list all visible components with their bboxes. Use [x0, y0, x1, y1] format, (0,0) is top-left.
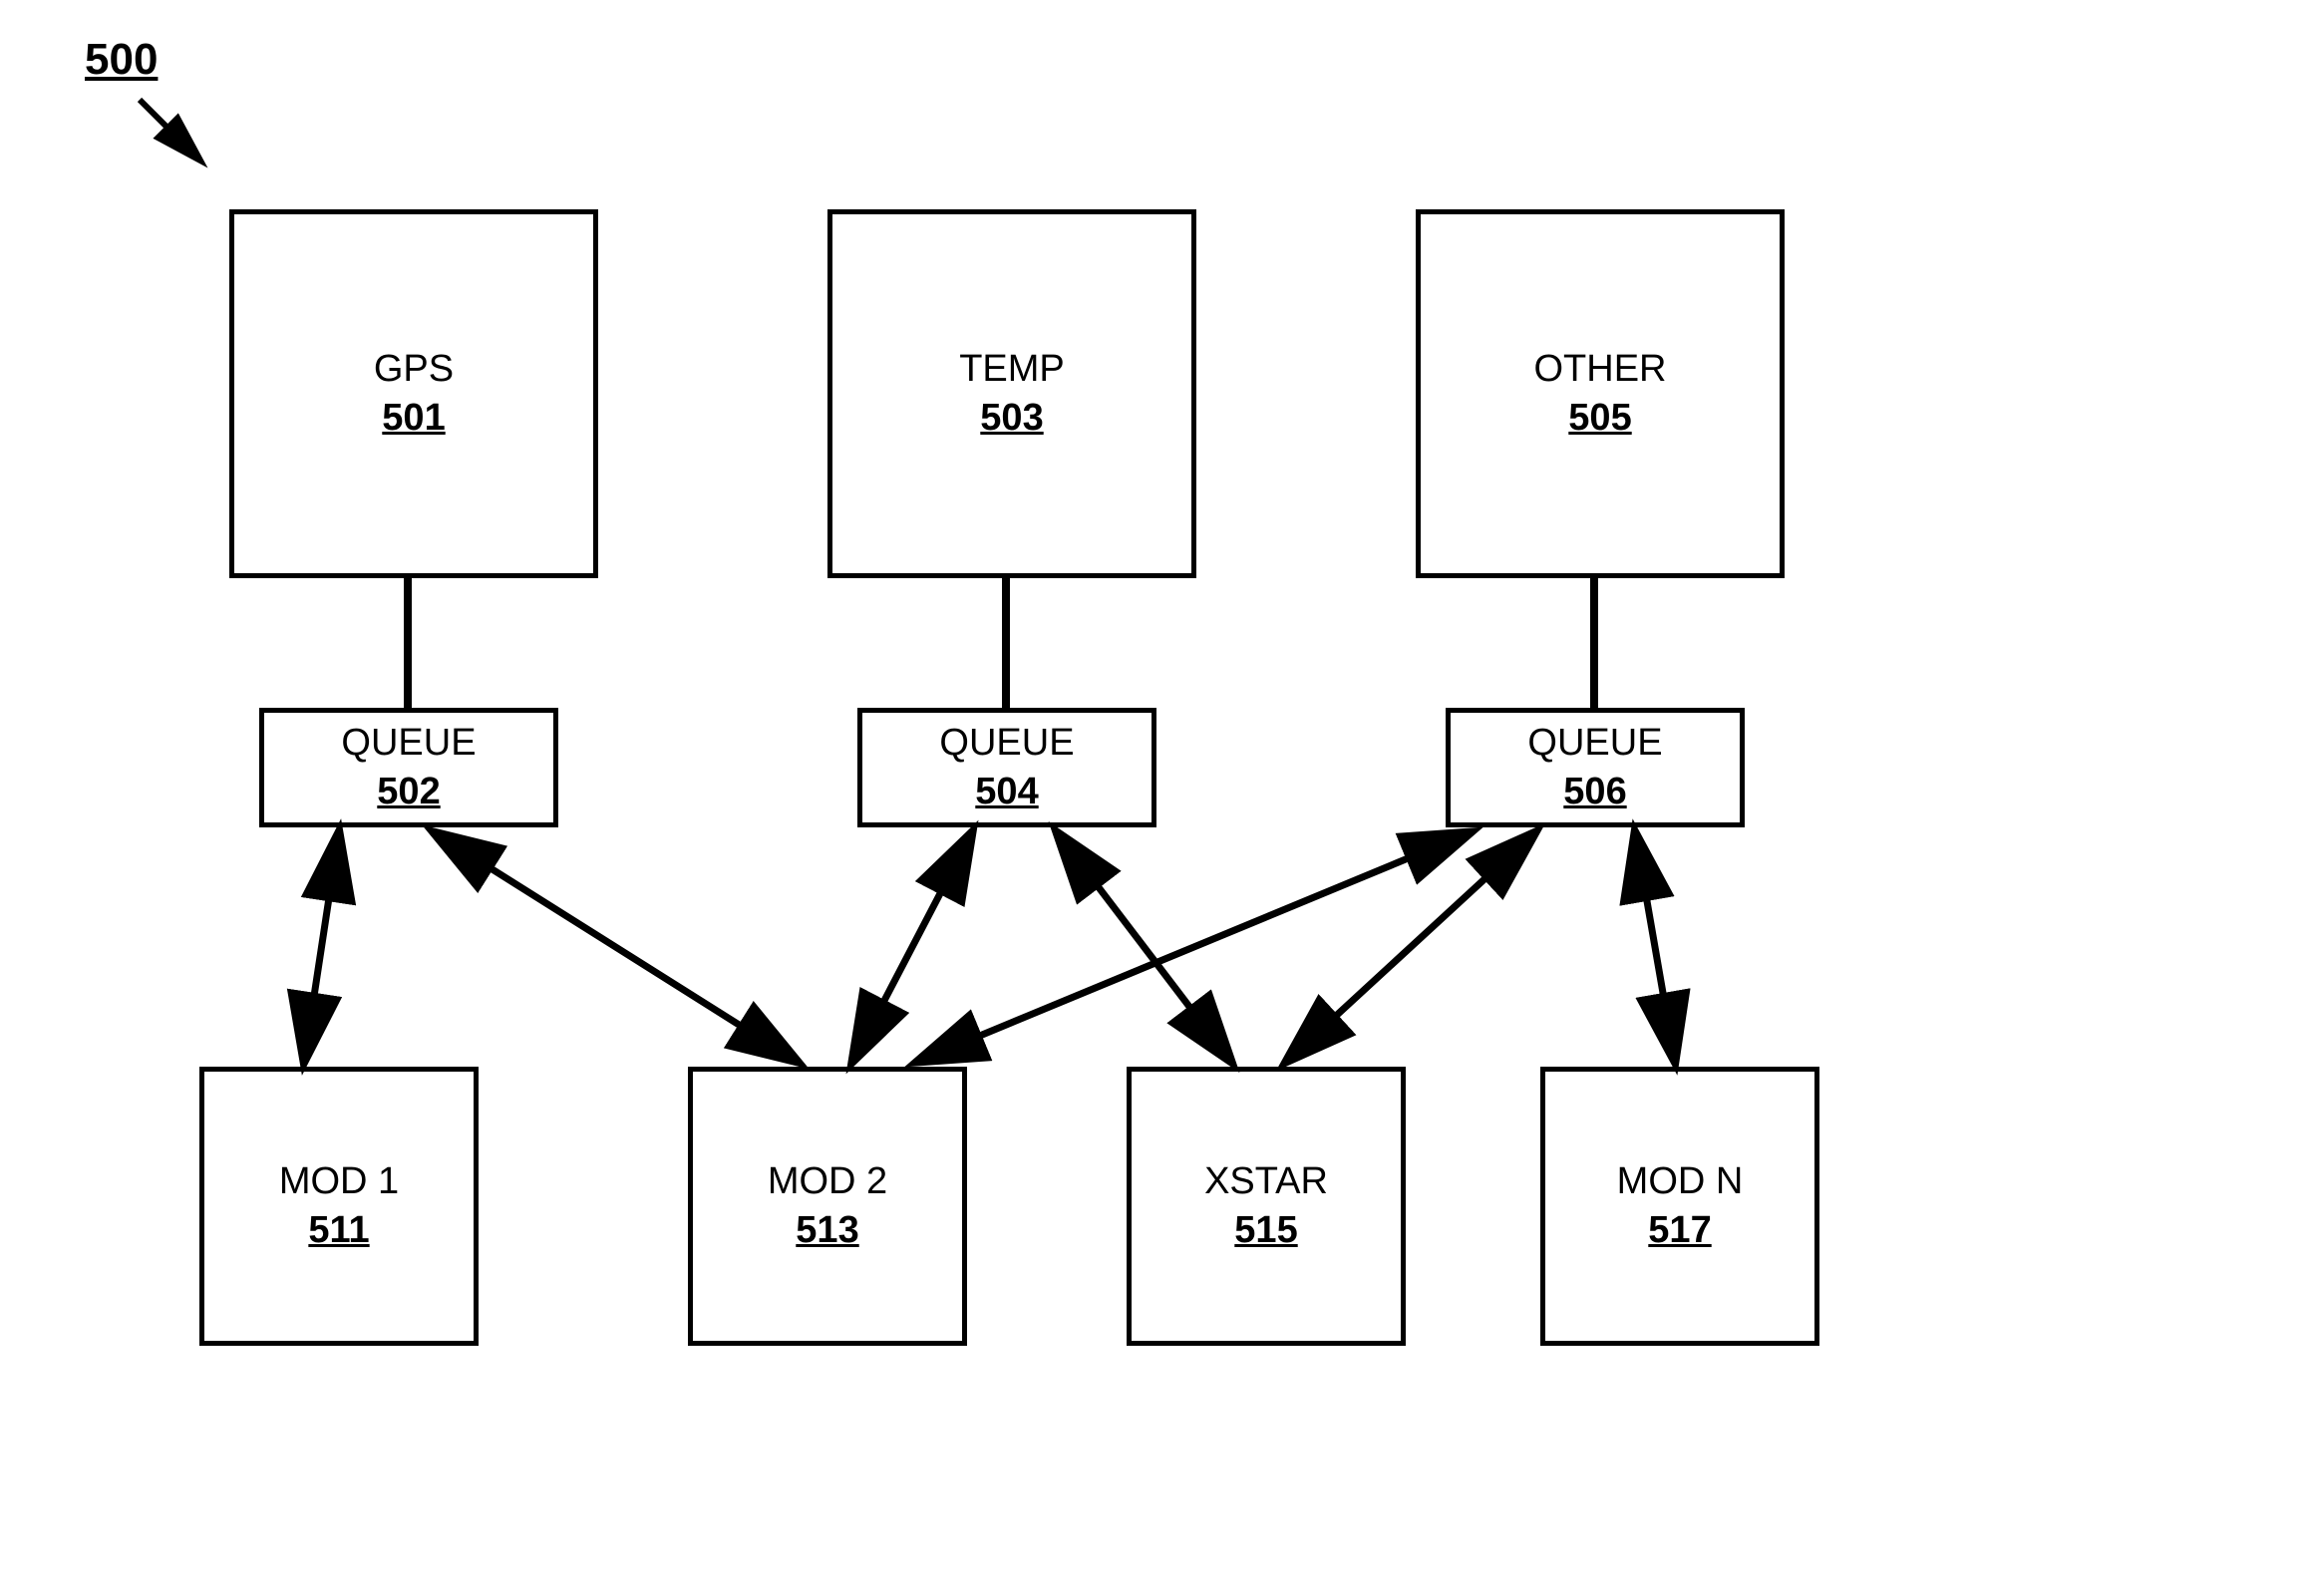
- box-mod-n: MOD N 517: [1540, 1067, 1819, 1346]
- line-gps-queue: [404, 578, 412, 708]
- figure-arrow-icon: [130, 90, 229, 189]
- line-temp-queue: [1002, 578, 1010, 708]
- box-queue-504: QUEUE 504: [857, 708, 1156, 827]
- xstar-number: 515: [1234, 1209, 1297, 1252]
- queue-502-number: 502: [377, 771, 440, 813]
- box-mod-2: MOD 2 513: [688, 1067, 967, 1346]
- mod1-number: 511: [308, 1209, 369, 1252]
- box-other: OTHER 505: [1416, 209, 1785, 578]
- box-xstar: XSTAR 515: [1127, 1067, 1406, 1346]
- mod1-label: MOD 1: [279, 1160, 399, 1203]
- queue-504-number: 504: [975, 771, 1038, 813]
- other-label: OTHER: [1534, 348, 1667, 391]
- temp-number: 503: [980, 397, 1043, 440]
- modn-label: MOD N: [1617, 1160, 1744, 1203]
- queue-502-label: QUEUE: [341, 722, 476, 765]
- queue-506-number: 506: [1563, 771, 1626, 813]
- box-queue-506: QUEUE 506: [1446, 708, 1745, 827]
- box-queue-502: QUEUE 502: [259, 708, 558, 827]
- box-mod-1: MOD 1 511: [199, 1067, 479, 1346]
- box-temp: TEMP 503: [827, 209, 1196, 578]
- other-number: 505: [1568, 397, 1631, 440]
- modn-number: 517: [1648, 1209, 1711, 1252]
- figure-number-label: 500: [85, 35, 158, 85]
- queue-504-label: QUEUE: [939, 722, 1074, 765]
- queue-506-label: QUEUE: [1527, 722, 1662, 765]
- temp-label: TEMP: [959, 348, 1065, 391]
- gps-label: GPS: [374, 348, 454, 391]
- mod2-number: 513: [796, 1209, 858, 1252]
- line-other-queue: [1590, 578, 1598, 708]
- mod2-label: MOD 2: [768, 1160, 887, 1203]
- gps-number: 501: [382, 397, 445, 440]
- box-gps: GPS 501: [229, 209, 598, 578]
- xstar-label: XSTAR: [1204, 1160, 1328, 1203]
